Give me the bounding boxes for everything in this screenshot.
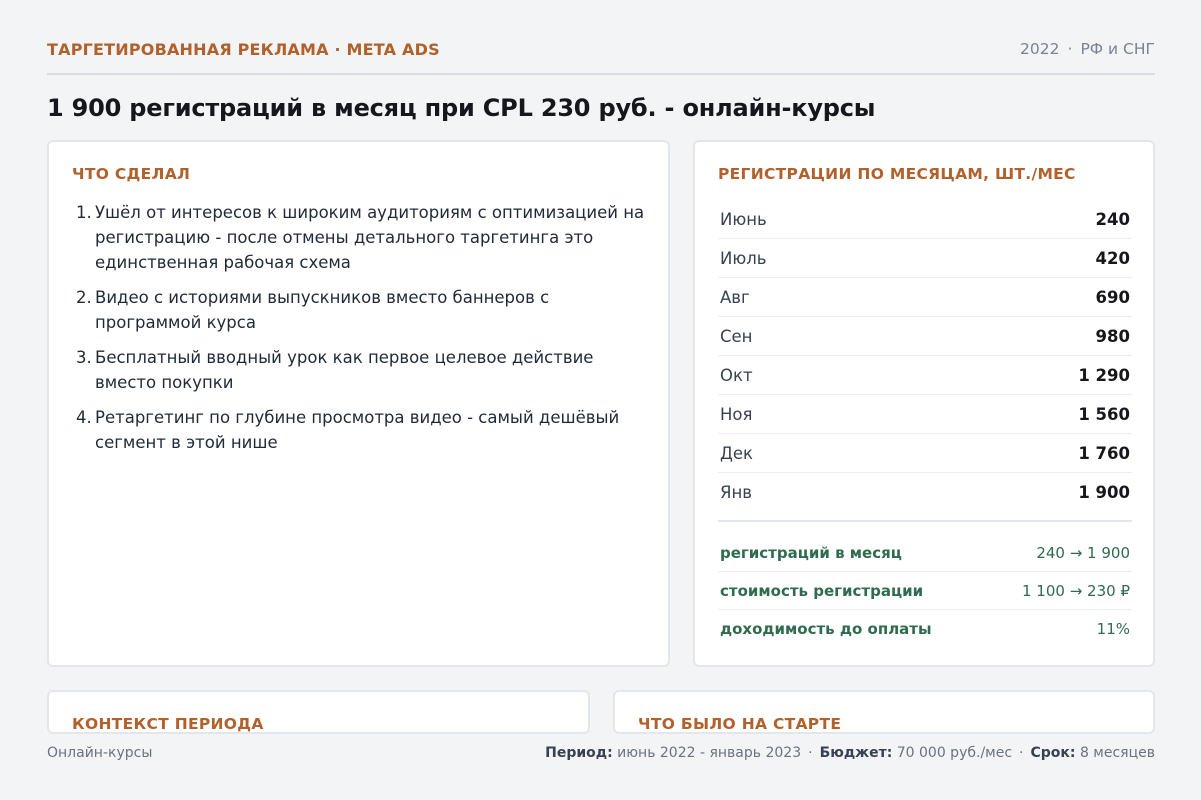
year-label: 2022 <box>1020 40 1060 58</box>
table-row: Окт 1 290 <box>718 356 1132 395</box>
budget-label: Бюджет: <box>819 745 893 761</box>
period-value: июнь 2022 - январь 2023 <box>617 745 802 761</box>
top-bar: ТАРГЕТИРОВАННАЯ РЕКЛАМА · META ADS 2022 ·… <box>47 38 1155 75</box>
term-label: Срок: <box>1030 745 1076 761</box>
step-number: 2. <box>76 288 92 307</box>
month-value: 240 <box>1095 209 1130 229</box>
table-row: Ноя 1 560 <box>718 395 1132 434</box>
table-row: Янв 1 900 <box>718 473 1132 512</box>
summary-value: 1 100 → 230 ₽ <box>1022 581 1130 600</box>
start-card: ЧТО БЫЛО НА СТАРТЕ <box>613 690 1155 734</box>
month-name: Дек <box>720 443 754 463</box>
table-row: Июль 420 <box>718 239 1132 278</box>
month-value: 1 560 <box>1078 404 1130 424</box>
registrations-card: РЕГИСТРАЦИИ ПО МЕСЯЦАМ, ШТ./МЕС Июнь 240 … <box>693 140 1155 667</box>
footer-separator: · <box>808 745 813 761</box>
list-item: 4. Ретаргетинг по глубине просмотра видео… <box>76 405 646 455</box>
term-value: 8 месяцев <box>1079 745 1155 761</box>
list-item: 2. Видео с историями выпускников вместо б… <box>76 285 646 335</box>
summary-row: регистраций в месяц 240 → 1 900 <box>718 522 1132 572</box>
case-page: ТАРГЕТИРОВАННАЯ РЕКЛАМА · META ADS 2022 ·… <box>47 0 1155 800</box>
page-title: 1 900 регистраций в месяц при CPL 230 ру… <box>47 94 876 122</box>
table-row: Июнь 240 <box>718 200 1132 239</box>
summary-label: стоимость регистрации <box>720 581 924 600</box>
context-card: КОНТЕКСТ ПЕРИОДА <box>47 690 590 734</box>
month-value: 980 <box>1095 326 1130 346</box>
table-row: Дек 1 760 <box>718 434 1132 473</box>
step-number: 3. <box>76 348 92 367</box>
step-text: Ретаргетинг по глубине просмотра видео -… <box>95 408 620 452</box>
month-name: Ноя <box>720 404 753 424</box>
list-item: 3. Бесплатный вводный урок как первое цел… <box>76 345 646 395</box>
region-label: РФ и СНГ <box>1080 40 1155 58</box>
table-row: Авг 690 <box>718 278 1132 317</box>
what-i-did-card: ЧТО СДЕЛАЛ 1. Ушёл от интересов к широким… <box>47 140 670 667</box>
summary-label: доходимость до оплаты <box>720 620 932 638</box>
list-item: 1. Ушёл от интересов к широким аудиториям… <box>76 200 646 275</box>
footer-separator: · <box>1019 745 1024 761</box>
table-row: Сен 980 <box>718 317 1132 356</box>
footer: Онлайн-курсы Период: июнь 2022 - январь … <box>47 745 1155 765</box>
summary-table: регистраций в месяц 240 → 1 900 стоимость… <box>718 520 1132 648</box>
month-value: 1 760 <box>1078 443 1130 463</box>
summary-row: доходимость до оплаты 11% <box>718 610 1132 648</box>
step-text: Бесплатный вводный урок как первое целев… <box>95 348 594 392</box>
summary-value: 11% <box>1096 620 1130 638</box>
month-name: Авг <box>720 287 750 307</box>
category-label: ТАРГЕТИРОВАННАЯ РЕКЛАМА · META ADS <box>47 40 440 59</box>
project-details: Период: июнь 2022 - январь 2023 · Бюджет: … <box>545 745 1155 761</box>
month-value: 690 <box>1095 287 1130 307</box>
month-name: Янв <box>720 483 752 502</box>
step-text: Видео с историями выпускников вместо бан… <box>95 288 550 332</box>
niche-label: Онлайн-курсы <box>47 745 153 761</box>
month-name: Июнь <box>720 209 767 229</box>
month-name: Окт <box>720 365 753 385</box>
what-i-did-title: ЧТО СДЕЛАЛ <box>72 165 191 183</box>
meta-info: 2022 · РФ и СНГ <box>1020 40 1155 58</box>
steps-list: 1. Ушёл от интересов к широким аудиториям… <box>76 200 646 465</box>
meta-separator: · <box>1067 40 1073 58</box>
budget-value: 70 000 руб./мес <box>896 745 1013 761</box>
summary-value: 240 → 1 900 <box>1036 543 1130 562</box>
month-name: Июль <box>720 248 767 268</box>
months-table: Июнь 240 Июль 420 Авг 690 Сен 980 Окт 1 290 Н… <box>718 200 1132 512</box>
start-title: ЧТО БЫЛО НА СТАРТЕ <box>638 715 842 733</box>
summary-row: стоимость регистрации 1 100 → 230 ₽ <box>718 572 1132 610</box>
step-number: 1. <box>76 203 92 222</box>
context-title: КОНТЕКСТ ПЕРИОДА <box>72 715 264 733</box>
period-label: Период: <box>545 745 613 761</box>
month-value: 420 <box>1095 248 1130 268</box>
summary-label: регистраций в месяц <box>720 543 902 562</box>
month-value: 1 290 <box>1078 365 1130 385</box>
step-number: 4. <box>76 408 92 427</box>
month-name: Сен <box>720 326 753 346</box>
registrations-title: РЕГИСТРАЦИИ ПО МЕСЯЦАМ, ШТ./МЕС <box>718 165 1076 183</box>
month-value: 1 900 <box>1078 483 1130 502</box>
step-text: Ушёл от интересов к широким аудиториям с… <box>95 203 645 272</box>
